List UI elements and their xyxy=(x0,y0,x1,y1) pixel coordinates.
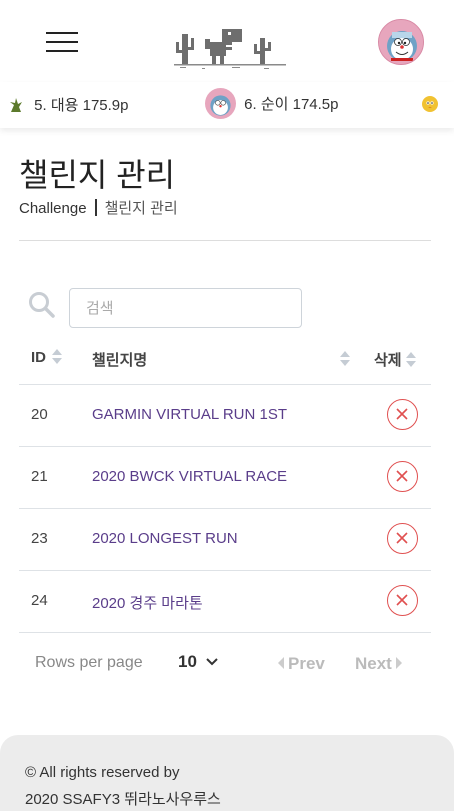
delete-button[interactable] xyxy=(387,399,418,430)
column-header-name[interactable]: 챌린지명 xyxy=(92,349,350,370)
cell-id: 24 xyxy=(31,592,48,609)
ticker-item xyxy=(421,95,439,113)
breadcrumb-separator xyxy=(94,199,97,216)
close-icon xyxy=(396,532,408,544)
divider xyxy=(19,240,431,241)
chevron-left-icon xyxy=(278,657,284,669)
cell-id: 23 xyxy=(31,530,48,547)
cell-challenge-name[interactable]: GARMIN VIRTUAL RUN 1ST xyxy=(92,406,287,423)
close-icon xyxy=(396,470,408,482)
breadcrumb: Challenge 챌린지 관리 xyxy=(19,197,178,218)
sort-icon xyxy=(405,352,416,368)
delete-button[interactable] xyxy=(387,461,418,492)
ticker-item: 5. 대용 175.9p xyxy=(8,94,129,115)
column-header-label: 챌린지명 xyxy=(92,352,148,369)
cell-challenge-name[interactable]: 2020 경주 마라톤 xyxy=(92,592,203,613)
user-avatar[interactable] xyxy=(378,19,424,65)
top-header xyxy=(0,0,454,82)
plant-icon xyxy=(10,97,22,112)
doraemon-avatar-icon xyxy=(205,88,236,119)
rows-per-page-select[interactable]: 10 xyxy=(178,652,218,672)
ticker-item: 6. 순이 174.5p xyxy=(205,88,339,119)
ticker-text: 5. 대용 175.9p xyxy=(34,97,129,114)
delete-button[interactable] xyxy=(387,585,418,616)
prev-page-button[interactable]: Prev xyxy=(278,654,325,674)
page-title: 챌린지 관리 xyxy=(19,157,176,193)
search-icon xyxy=(29,292,55,318)
sort-icon xyxy=(52,349,62,365)
cell-challenge-name[interactable]: 2020 BWCK VIRTUAL RACE xyxy=(92,468,287,485)
next-label: Next xyxy=(355,654,392,673)
sort-icon xyxy=(340,351,350,367)
prev-label: Prev xyxy=(288,654,325,673)
dino-logo-icon[interactable] xyxy=(172,22,288,70)
cell-challenge-name[interactable]: 2020 LONGEST RUN xyxy=(92,530,238,547)
table-row: 23 2020 LONGEST RUN xyxy=(19,509,431,571)
breadcrumb-root[interactable]: Challenge xyxy=(19,200,87,217)
column-header-label: ID xyxy=(31,349,46,366)
pagination: Rows per page 10 Prev Next xyxy=(19,648,431,680)
challenge-table: ID 챌린지명 삭제 20 GARMIN VIRTUAL RUN 1ST 21 … xyxy=(19,333,431,633)
close-icon xyxy=(396,594,408,606)
chevron-right-icon xyxy=(395,657,402,669)
column-header-id[interactable]: ID xyxy=(31,349,62,366)
footer-team: 2020 SSAFY3 뛰라노사우루스 xyxy=(25,791,221,808)
table-row: 20 GARMIN VIRTUAL RUN 1ST xyxy=(19,385,431,447)
hamburger-menu-icon[interactable] xyxy=(46,32,78,52)
delete-button[interactable] xyxy=(387,523,418,554)
rows-per-page-label: Rows per page xyxy=(35,654,143,671)
search-input[interactable] xyxy=(69,288,302,328)
rows-per-page-value: 10 xyxy=(178,652,197,671)
ranking-ticker: 5. 대용 175.9p 6. 순이 174.5p xyxy=(0,82,454,128)
table-row: 21 2020 BWCK VIRTUAL RACE xyxy=(19,447,431,509)
cell-id: 20 xyxy=(31,406,48,423)
ticker-text: 6. 순이 174.5p xyxy=(244,96,339,113)
table-row: 24 2020 경주 마라톤 xyxy=(19,571,431,633)
doraemon-avatar-icon xyxy=(379,20,423,64)
yellow-bird-icon xyxy=(422,96,438,113)
column-header-label: 삭제 xyxy=(374,352,402,369)
footer-copyright: © All rights reserved by xyxy=(25,764,180,781)
footer: © All rights reserved by 2020 SSAFY3 뛰라노… xyxy=(0,735,454,811)
chevron-down-icon xyxy=(205,658,218,666)
next-page-button[interactable]: Next xyxy=(355,654,402,674)
cell-id: 21 xyxy=(31,468,48,485)
table-header: ID 챌린지명 삭제 xyxy=(19,333,431,385)
close-icon xyxy=(396,408,408,420)
column-header-delete[interactable]: 삭제 xyxy=(374,349,416,370)
breadcrumb-current: 챌린지 관리 xyxy=(104,200,178,217)
